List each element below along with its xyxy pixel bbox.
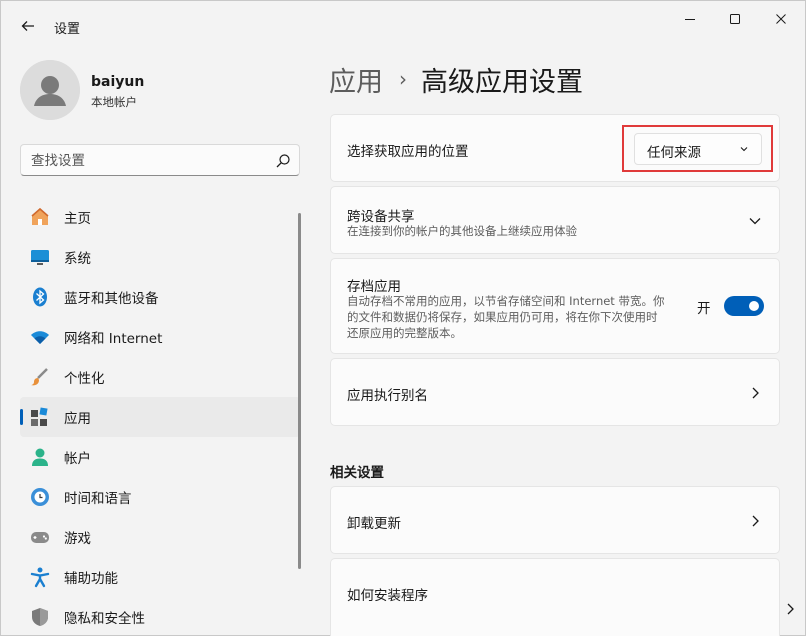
related-settings-heading: 相关设置 [330,465,384,481]
sidebar-item-home[interactable]: 主页 [20,197,300,237]
sidebar-item-label: 系统 [64,251,91,267]
uninstall-updates-card[interactable]: 卸载更新 [330,486,780,554]
chevron-down-icon[interactable] [748,215,762,227]
chevron-right-icon[interactable] [784,601,796,617]
toggle-state-label: 开 [697,301,711,317]
sidebar-item-accounts[interactable]: 帐户 [20,437,300,477]
toggle-knob [749,301,759,311]
highlight-annotation [622,125,773,172]
maximize-icon [730,14,740,24]
how-to-install-title: 如何安装程序 [347,588,428,604]
sidebar-item-network[interactable]: 网络和 Internet [20,317,300,357]
search-box[interactable] [20,144,300,176]
share-across-devices-card[interactable]: 跨设备共享 在连接到你的帐户的其他设备上继续应用体验 [330,186,780,254]
page-title: 高级应用设置 [421,66,583,98]
how-to-install-card[interactable]: 如何安装程序 [330,558,780,636]
sidebar-item-label: 辅助功能 [64,571,118,587]
chevron-right-icon [752,515,759,527]
sidebar-scrollbar[interactable] [298,213,301,569]
avatar[interactable] [20,60,80,120]
sidebar-item-accessibility[interactable]: 辅助功能 [20,557,300,597]
account-type: 本地帐户 [91,95,137,109]
search-icon[interactable] [275,153,291,169]
person-avatar-icon [20,60,80,120]
app-execution-aliases-card[interactable]: 应用执行别名 [330,358,780,426]
breadcrumb: 应用 › 高级应用设置 [329,59,583,99]
sidebar-item-label: 网络和 Internet [64,331,163,347]
share-title: 跨设备共享 [347,209,415,225]
sidebar-item-label: 隐私和安全性 [64,611,145,627]
title-bar: 设置 [1,1,805,49]
sidebar-item-time-language[interactable]: 时间和语言 [20,477,300,517]
breadcrumb-parent[interactable]: 应用 [329,60,383,99]
close-icon [776,14,786,24]
minimize-icon [685,19,695,20]
uninstall-updates-title: 卸载更新 [347,516,401,532]
aliases-title: 应用执行别名 [347,388,428,404]
display-icon [29,246,51,268]
share-description: 在连接到你的帐户的其他设备上继续应用体验 [347,224,577,238]
person-icon [29,446,51,468]
sidebar-item-label: 时间和语言 [64,491,132,507]
brush-icon [29,366,51,388]
archive-description-line: 的文件和数据仍将保存，如果应用仍可用，将在你下次使用时 [347,310,658,324]
sidebar-item-label: 主页 [64,211,91,227]
back-arrow-icon [21,21,34,31]
sidebar-item-personalization[interactable]: 个性化 [20,357,300,397]
apps-icon [29,406,51,428]
install-source-title: 选择获取应用的位置 [347,144,469,160]
sidebar-item-system[interactable]: 系统 [20,237,300,277]
sidebar-item-label: 个性化 [64,371,105,387]
user-name: baiyun [91,74,145,90]
home-icon [29,206,51,228]
sidebar-item-privacy[interactable]: 隐私和安全性 [20,597,300,636]
archive-description-line: 还原应用的完整版本。 [347,326,462,340]
close-button[interactable] [758,7,804,31]
archive-description-line: 自动存档不常用的应用，以节省存储空间和 Internet 带宽。你 [347,294,665,308]
sidebar-item-label: 蓝牙和其他设备 [64,291,159,307]
sidebar-item-label: 应用 [64,411,91,427]
app-title: 设置 [54,22,81,37]
sidebar-item-bluetooth[interactable]: 蓝牙和其他设备 [20,277,300,317]
maximize-button[interactable] [712,7,758,31]
gamepad-icon [29,526,51,548]
minimize-button[interactable] [667,7,713,31]
bluetooth-icon [29,286,51,308]
sidebar-item-apps[interactable]: 应用 [20,397,300,437]
wifi-icon [29,326,51,348]
shield-icon [29,606,51,628]
sidebar-item-gaming[interactable]: 游戏 [20,517,300,557]
archive-title: 存档应用 [347,279,401,295]
chevron-right-icon [752,387,759,399]
back-button[interactable] [15,13,41,39]
globe-clock-icon [29,486,51,508]
settings-window: 设置 baiyun 本地帐户 查找设置 主页 系统 蓝牙和其他设备 网络和 In… [0,0,806,636]
archive-apps-card: 存档应用 自动存档不常用的应用，以节省存储空间和 Internet 带宽。你 的… [330,258,780,354]
sidebar-item-label: 游戏 [64,531,91,547]
breadcrumb-separator: › [399,67,407,91]
sidebar-nav: 主页 系统 蓝牙和其他设备 网络和 Internet 个性化 应用 帐户 时间和… [20,197,300,636]
search-input[interactable] [31,151,261,171]
archive-toggle[interactable] [724,296,764,316]
accessibility-icon [29,566,51,588]
sidebar-item-label: 帐户 [64,451,91,467]
